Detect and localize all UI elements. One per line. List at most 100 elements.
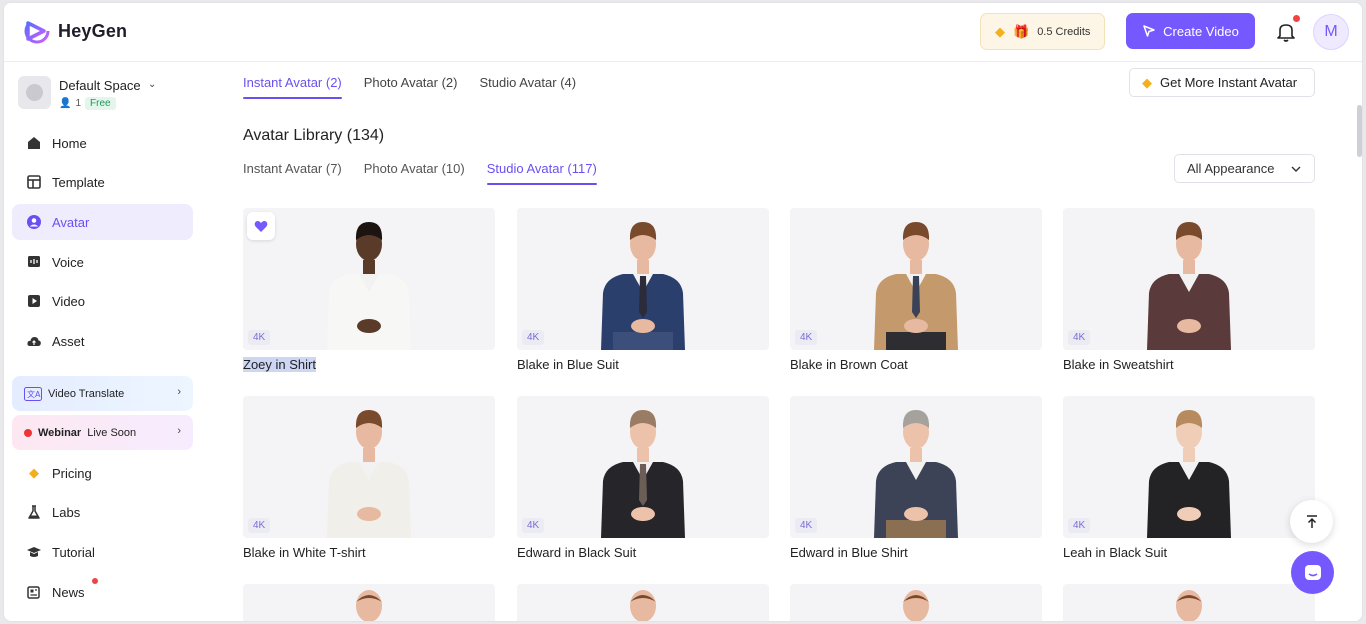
tab-library-photo[interactable]: Photo Avatar (10) <box>364 161 465 185</box>
sidebar-item-label: Asset <box>52 333 85 349</box>
bell-icon[interactable] <box>1276 21 1296 43</box>
quality-badge: 4K <box>248 518 271 533</box>
sidebar-item-label: Pricing <box>52 465 92 481</box>
tab-library-studio[interactable]: Studio Avatar (117) <box>486 161 597 185</box>
create-video-button[interactable]: Create Video <box>1126 13 1255 49</box>
chevron-right-icon: › <box>177 425 181 437</box>
voice-icon <box>28 256 40 267</box>
arrow-up-icon <box>1306 514 1317 528</box>
avatar-figure <box>327 410 411 538</box>
diamond-icon: ◆ <box>995 24 1005 39</box>
tab-instant-avatar[interactable]: Instant Avatar (2) <box>243 75 342 99</box>
sidebar-item-asset[interactable]: Asset <box>12 323 193 359</box>
cloud-icon <box>27 337 41 346</box>
sidebar-item-labs[interactable]: Labs <box>12 494 193 530</box>
diamond-icon: ◆ <box>29 465 39 480</box>
tab-library-instant[interactable]: Instant Avatar (7) <box>243 161 342 185</box>
avatar-figure <box>1147 410 1231 538</box>
sidebar-item-label: News <box>52 584 85 600</box>
avatar-thumbnail[interactable] <box>1063 584 1315 621</box>
sidebar-item-video[interactable]: Video <box>12 283 193 319</box>
space-switcher[interactable]: Default Space ⌄ 👤 1 Free <box>18 74 198 114</box>
avatar-thumbnail[interactable]: 4K <box>1063 208 1315 350</box>
avatar-figure <box>874 222 958 350</box>
avatar-thumbnail[interactable]: 4K <box>243 208 495 350</box>
sidebar-item-voice[interactable]: Voice <box>12 244 193 280</box>
sidebar-item-label: Template <box>52 174 105 190</box>
svg-text:文A: 文A <box>27 389 41 399</box>
sidebar-item-label: Tutorial <box>52 544 95 560</box>
avatar-figure <box>874 410 958 538</box>
avatar-card[interactable]: 4K Blake in Blue Suit <box>517 208 769 372</box>
avatar-figure <box>1176 590 1202 621</box>
tab-photo-avatar[interactable]: Photo Avatar (2) <box>364 75 458 99</box>
avatar-thumbnail[interactable]: 4K <box>790 396 1042 538</box>
quality-badge: 4K <box>1068 518 1091 533</box>
avatar-card[interactable]: 4K Blake in Sweatshirt <box>1063 208 1315 372</box>
sidebar-item-template[interactable]: Template <box>12 164 193 200</box>
logo[interactable]: HeyGen <box>24 18 127 44</box>
chat-icon <box>1304 564 1321 580</box>
avatar-name: Edward in Black Suit <box>517 545 637 560</box>
sidebar-item-news[interactable]: News <box>12 574 193 610</box>
avatar-figure <box>356 590 382 621</box>
quality-badge: 4K <box>522 518 545 533</box>
app-window: HeyGen ◆ 🎁 0.5 Credits Create Video M De… <box>3 2 1363 622</box>
avatar-card[interactable]: 4K Leah in Black Suit <box>1063 396 1315 560</box>
flask-icon <box>28 505 40 519</box>
avatar-thumbnail[interactable]: 4K <box>517 208 769 350</box>
avatar-card[interactable]: 4K Zoey in Shirt <box>243 208 495 372</box>
news-icon <box>27 586 40 599</box>
avatar-card[interactable] <box>1063 584 1315 621</box>
video-translate-promo[interactable]: 文A Video Translate › <box>12 376 193 411</box>
space-meta: 👤 1 Free <box>59 97 116 110</box>
avatar-card[interactable]: 4K Blake in White T-shirt <box>243 396 495 560</box>
space-name: Default Space <box>59 78 141 93</box>
scrollbar[interactable] <box>1357 105 1362 157</box>
gift-icon: 🎁 <box>1013 24 1030 39</box>
avatar-figure <box>1147 222 1231 350</box>
user-avatar[interactable]: M <box>1313 14 1349 50</box>
avatar-card[interactable] <box>517 584 769 621</box>
sidebar-item-label: Avatar <box>52 214 90 230</box>
credits-badge[interactable]: ◆ 🎁 0.5 Credits <box>980 13 1105 50</box>
members-icon: 👤 <box>59 98 72 109</box>
favorite-heart-icon[interactable] <box>247 212 275 240</box>
avatar-card[interactable]: 4K Edward in Blue Shirt <box>790 396 1042 560</box>
avatar-figure <box>903 590 929 621</box>
live-dot-icon <box>24 428 32 437</box>
video-icon <box>28 295 40 307</box>
quality-badge: 4K <box>248 330 271 345</box>
avatar-name: Blake in Brown Coat <box>790 357 908 372</box>
avatar-thumbnail[interactable] <box>517 584 769 621</box>
sidebar-item-home[interactable]: Home <box>12 125 193 161</box>
sidebar-item-avatar[interactable]: Avatar <box>12 204 193 240</box>
avatar-card[interactable] <box>790 584 1042 621</box>
notification-dot <box>1293 15 1300 22</box>
sidebar-item-tutorial[interactable]: Tutorial <box>12 534 193 570</box>
avatar-card[interactable]: 4K Edward in Black Suit <box>517 396 769 560</box>
my-avatar-tabs: Instant Avatar (2) Photo Avatar (2) Stud… <box>243 75 576 99</box>
chevron-down-icon: ⌄ <box>148 79 157 90</box>
avatar-thumbnail[interactable] <box>243 584 495 621</box>
avatar-thumbnail[interactable]: 4K <box>790 208 1042 350</box>
avatar-card[interactable] <box>243 584 495 621</box>
avatar-thumbnail[interactable] <box>790 584 1042 621</box>
chat-support-button[interactable] <box>1291 551 1334 594</box>
tab-studio-avatar[interactable]: Studio Avatar (4) <box>479 75 576 99</box>
video-translate-label: Video Translate <box>48 387 125 400</box>
webinar-status: Live Soon <box>87 426 137 439</box>
avatar-thumbnail[interactable]: 4K <box>243 396 495 538</box>
avatar-card[interactable]: 4K Blake in Brown Coat <box>790 208 1042 372</box>
scroll-to-top-button[interactable] <box>1290 500 1333 543</box>
space-avatar <box>18 76 51 109</box>
news-unread-dot <box>92 578 98 584</box>
avatar-name: Leah in Black Suit <box>1063 545 1168 560</box>
appearance-select[interactable]: All Appearance <box>1174 154 1315 183</box>
avatar-thumbnail[interactable]: 4K <box>517 396 769 538</box>
avatar-thumbnail[interactable]: 4K <box>1063 396 1315 538</box>
sidebar-item-pricing[interactable]: ◆ Pricing <box>12 455 193 491</box>
webinar-promo[interactable]: Webinar Live Soon › <box>12 415 193 450</box>
get-more-instant-avatar-button[interactable]: ◆ Get More Instant Avatar <box>1129 68 1315 97</box>
graduation-icon <box>27 547 41 557</box>
